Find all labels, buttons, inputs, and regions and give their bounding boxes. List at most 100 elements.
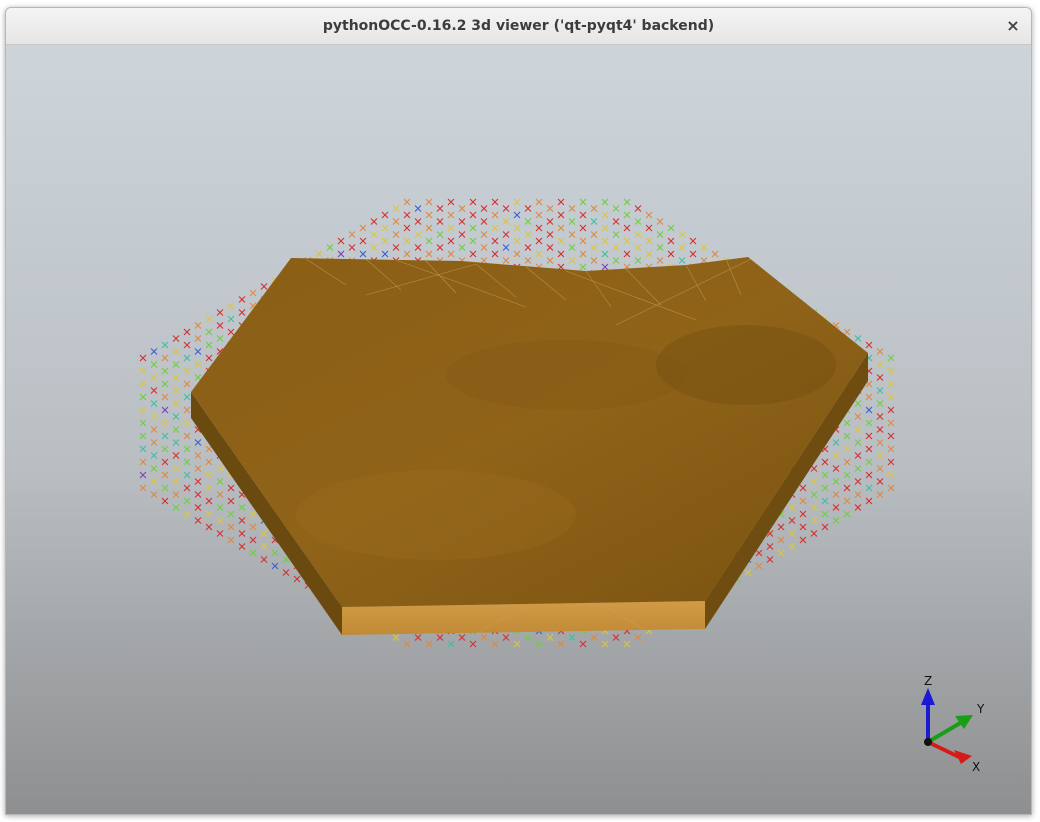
point-marker — [568, 244, 576, 251]
point-marker — [238, 309, 246, 316]
point-marker — [194, 517, 202, 524]
point-marker — [865, 497, 873, 505]
point-marker — [755, 562, 763, 570]
close-button[interactable]: × — [1003, 16, 1023, 36]
point-marker — [260, 283, 268, 290]
3d-viewport[interactable]: Z Y X — [6, 45, 1031, 814]
point-marker — [447, 198, 455, 206]
point-marker — [183, 367, 191, 375]
point-marker — [876, 465, 884, 472]
point-marker — [469, 198, 477, 206]
point-marker — [887, 380, 895, 388]
point-marker — [766, 543, 774, 550]
point-marker — [480, 205, 488, 212]
y-axis-label: Y — [976, 702, 985, 716]
scene-canvas[interactable]: Z Y X — [6, 45, 1031, 814]
point-marker — [183, 341, 191, 349]
point-marker — [227, 536, 235, 544]
point-marker — [216, 335, 224, 342]
point-marker — [799, 523, 807, 531]
point-marker — [491, 250, 499, 258]
point-marker — [546, 205, 554, 212]
point-marker — [161, 432, 169, 440]
point-marker — [513, 211, 521, 219]
point-marker — [381, 224, 389, 232]
point-marker — [546, 634, 554, 641]
point-marker — [359, 224, 367, 232]
point-marker — [865, 458, 873, 466]
point-marker — [832, 491, 840, 498]
point-marker — [557, 250, 565, 258]
point-marker — [205, 315, 213, 323]
point-marker — [568, 634, 576, 641]
point-marker — [139, 432, 147, 440]
point-marker — [634, 205, 642, 212]
point-marker — [843, 432, 851, 440]
point-marker — [194, 465, 202, 472]
point-marker — [436, 244, 444, 251]
point-marker — [139, 471, 147, 479]
point-marker — [546, 218, 554, 225]
point-marker — [777, 523, 785, 531]
point-marker — [634, 218, 642, 225]
point-marker — [425, 211, 433, 219]
solid-shape[interactable] — [191, 257, 868, 635]
point-marker — [172, 361, 180, 368]
point-marker — [623, 211, 631, 219]
point-marker — [513, 640, 521, 648]
point-marker — [161, 419, 169, 427]
point-marker — [678, 257, 686, 264]
point-marker — [260, 556, 268, 563]
point-marker — [491, 640, 499, 648]
point-marker — [590, 205, 598, 212]
point-marker — [865, 471, 873, 479]
window-title: pythonOCC-0.16.2 3d viewer ('qt-pyqt4' b… — [322, 18, 715, 34]
point-marker — [139, 393, 147, 401]
point-marker — [645, 211, 653, 219]
point-marker — [425, 198, 433, 206]
z-axis-arrow — [921, 688, 935, 705]
point-marker — [678, 231, 686, 238]
point-marker — [172, 491, 180, 498]
title-bar[interactable]: pythonOCC-0.16.2 3d viewer ('qt-pyqt4' b… — [6, 8, 1031, 45]
point-marker — [843, 419, 851, 427]
point-marker — [865, 406, 873, 414]
point-marker — [612, 218, 620, 225]
point-marker — [403, 237, 411, 245]
point-marker — [469, 640, 477, 648]
point-marker — [183, 484, 191, 492]
point-marker — [810, 478, 818, 485]
point-marker — [601, 224, 609, 232]
point-marker — [546, 257, 554, 264]
point-marker — [876, 361, 884, 368]
point-marker — [645, 250, 653, 258]
point-marker — [183, 510, 191, 518]
point-marker — [865, 393, 873, 401]
point-marker — [799, 510, 807, 518]
point-marker — [876, 439, 884, 446]
point-marker — [821, 484, 829, 492]
point-marker — [821, 523, 829, 531]
point-marker — [634, 231, 642, 238]
point-marker — [843, 471, 851, 479]
point-marker — [601, 250, 609, 258]
point-marker — [524, 231, 532, 238]
point-marker — [854, 439, 862, 446]
point-marker — [810, 465, 818, 472]
point-marker — [601, 237, 609, 245]
axis-trihedron: Z Y X — [921, 674, 985, 774]
point-marker — [854, 335, 862, 342]
point-marker — [546, 244, 554, 251]
point-marker — [150, 413, 158, 420]
point-marker — [260, 543, 268, 550]
point-marker — [392, 205, 400, 212]
point-marker — [216, 322, 224, 329]
point-marker — [601, 211, 609, 219]
point-marker — [799, 536, 807, 544]
point-marker — [403, 640, 411, 648]
point-marker — [447, 237, 455, 245]
point-marker — [469, 224, 477, 232]
point-marker — [832, 465, 840, 472]
point-marker — [161, 367, 169, 375]
point-marker — [799, 484, 807, 492]
